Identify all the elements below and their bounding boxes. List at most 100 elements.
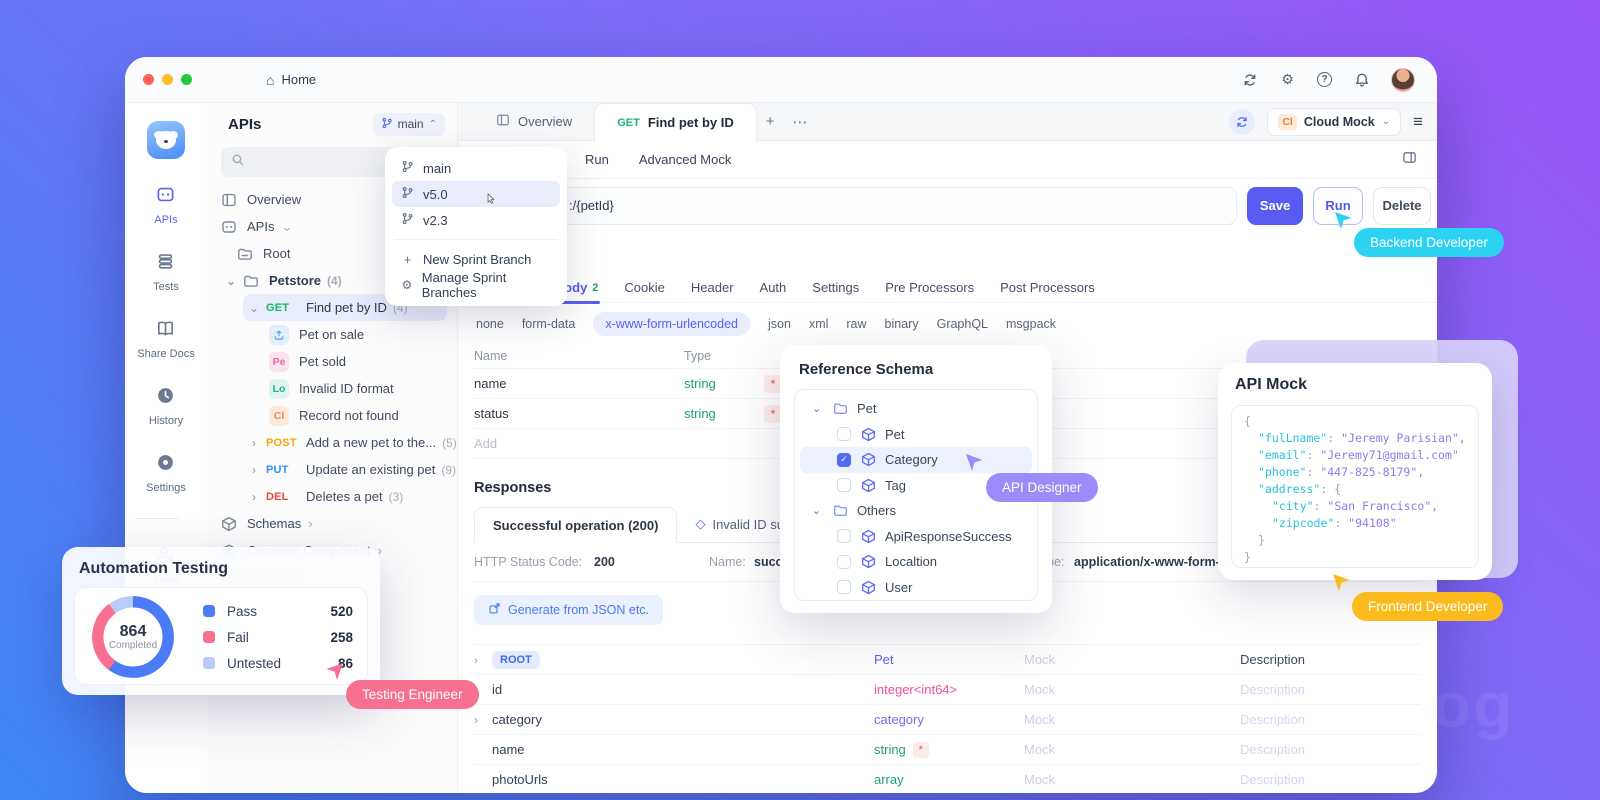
- code-colon: :: [1334, 516, 1348, 530]
- checkbox-unchecked[interactable]: [837, 427, 851, 441]
- body-type-x-www-form-urlencoded[interactable]: x-www-form-urlencoded: [593, 312, 750, 336]
- branch-menu-item-main[interactable]: main: [392, 155, 560, 181]
- user-avatar[interactable]: [1391, 68, 1415, 92]
- code-value: "San Francisco",: [1327, 499, 1438, 513]
- rail-item-settings[interactable]: Settings: [137, 453, 194, 494]
- request-tab-auth[interactable]: Auth: [760, 273, 787, 303]
- schema-item-user[interactable]: User: [800, 575, 1032, 601]
- tree-item-invalid-id-format[interactable]: LoInvalid ID format: [207, 375, 457, 402]
- description-placeholder[interactable]: Description: [1240, 772, 1305, 787]
- legend-swatch: [203, 605, 215, 617]
- delete-button[interactable]: Delete: [1373, 187, 1431, 225]
- project-logo[interactable]: [147, 121, 185, 159]
- schema-item-pet[interactable]: Pet: [800, 422, 1032, 448]
- tab-find-pet-by-id[interactable]: GET Find pet by ID: [594, 103, 757, 142]
- generate-from-json-button[interactable]: Generate from JSON etc.: [474, 595, 663, 625]
- new-tab-button[interactable]: +: [757, 113, 784, 130]
- tree-item-record-not-found[interactable]: ClRecord not found: [207, 402, 457, 429]
- request-tab-pre-processors[interactable]: Pre Processors: [885, 273, 974, 303]
- request-tab-post-processors[interactable]: Post Processors: [1000, 273, 1095, 303]
- mock-placeholder[interactable]: Mock: [1024, 652, 1240, 667]
- description-placeholder[interactable]: Description: [1240, 652, 1305, 667]
- response-tab-success[interactable]: Successful operation (200): [474, 507, 677, 543]
- menu-icon[interactable]: ≡: [1413, 112, 1423, 132]
- body-type-raw[interactable]: raw: [846, 317, 866, 331]
- help-icon[interactable]: ?: [1317, 72, 1332, 87]
- tree-item-update-an-existing-pet[interactable]: ›PUTUpdate an existing pet(9): [207, 456, 457, 483]
- checkbox-unchecked[interactable]: [837, 580, 851, 594]
- zoom-window-button[interactable]: [181, 74, 192, 85]
- schema-item-apiresponsesuccess[interactable]: ApiResponseSuccess: [800, 524, 1032, 550]
- close-window-button[interactable]: [143, 74, 154, 85]
- status-code-label: HTTP Status Code:: [474, 555, 582, 569]
- url-input[interactable]: :/{petId}: [474, 187, 1237, 225]
- request-tab-settings[interactable]: Settings: [812, 273, 859, 303]
- code-colon: :: [1306, 465, 1320, 479]
- checkbox-unchecked[interactable]: [837, 529, 851, 543]
- body-type-msgpack[interactable]: msgpack: [1006, 317, 1056, 331]
- minimize-window-button[interactable]: [162, 74, 173, 85]
- rail-item-apis[interactable]: APIs: [137, 185, 194, 226]
- rail-item-tests[interactable]: Tests: [137, 252, 194, 293]
- mock-placeholder[interactable]: Mock: [1024, 772, 1240, 787]
- rail-item-history[interactable]: History: [137, 386, 194, 427]
- rail-item-share-docs[interactable]: Share Docs: [137, 319, 194, 360]
- status-code-value[interactable]: 200: [594, 555, 615, 569]
- branch-menu-action-new-sprint-branch[interactable]: +New Sprint Branch: [392, 246, 560, 272]
- branch-menu-item-v5.0[interactable]: v5.0: [392, 181, 560, 207]
- tree-item-deletes-a-pet[interactable]: ›DELDeletes a pet(3): [207, 483, 457, 510]
- schema-group-pet[interactable]: ⌄Pet: [800, 396, 1032, 422]
- schema-row[interactable]: idinteger<int64>MockDescription: [474, 675, 1421, 705]
- settings-gear-icon[interactable]: ⚙: [1279, 71, 1296, 88]
- subnav-run[interactable]: Run: [585, 152, 609, 167]
- schema-row[interactable]: ›categorycategoryMockDescription: [474, 705, 1421, 735]
- mock-json-code: {"fulLname": "Jeremy Parisian","email": …: [1231, 405, 1479, 568]
- schema-item-localtion[interactable]: Localtion: [800, 549, 1032, 575]
- tree-item-schemas[interactable]: Schemas›: [207, 510, 457, 537]
- body-type-json[interactable]: json: [768, 317, 791, 331]
- schema-field-name: ›ROOT: [474, 651, 874, 669]
- environment-selector[interactable]: Cl Cloud Mock ⌄: [1267, 108, 1401, 136]
- body-type-GraphQL[interactable]: GraphQL: [937, 317, 988, 331]
- schema-row[interactable]: ›ROOTPetMockDescription: [474, 645, 1421, 675]
- refresh-icon[interactable]: [1241, 71, 1258, 88]
- description-placeholder[interactable]: Description: [1240, 682, 1305, 697]
- mock-placeholder[interactable]: Mock: [1024, 682, 1240, 697]
- checkbox-checked[interactable]: ✓: [837, 453, 851, 467]
- mock-placeholder[interactable]: Mock: [1024, 742, 1240, 757]
- field-name-label: category: [492, 712, 542, 727]
- tree-item-pet-sold[interactable]: PePet sold: [207, 348, 457, 375]
- home-tab[interactable]: ⌂ Home: [266, 72, 316, 88]
- mock-placeholder[interactable]: Mock: [1024, 712, 1240, 727]
- body-type-binary[interactable]: binary: [885, 317, 919, 331]
- checkbox-unchecked[interactable]: [837, 555, 851, 569]
- subnav-advanced-mock[interactable]: Advanced Mock: [639, 152, 732, 167]
- description-placeholder[interactable]: Description: [1240, 742, 1305, 757]
- more-tabs-button[interactable]: ⋯: [784, 113, 817, 131]
- schema-field-name: id: [474, 682, 874, 697]
- schema-row[interactable]: namestring*MockDescription: [474, 735, 1421, 765]
- save-button[interactable]: Save: [1247, 187, 1303, 225]
- body-type-xml[interactable]: xml: [809, 317, 828, 331]
- tree-item-add-a-new-pet-to-the-[interactable]: ›POSTAdd a new pet to the...(5): [207, 429, 457, 456]
- tab-overview[interactable]: Overview: [474, 103, 594, 141]
- schema-cube-icon: [861, 580, 876, 595]
- env-sync-icon[interactable]: [1229, 109, 1255, 135]
- add-param-row[interactable]: Add: [474, 436, 684, 451]
- schema-item-category[interactable]: ✓Category: [800, 447, 1032, 473]
- notifications-bell-icon[interactable]: [1353, 71, 1370, 88]
- request-tab-header[interactable]: Header: [691, 273, 734, 303]
- checkbox-unchecked[interactable]: [837, 478, 851, 492]
- description-placeholder[interactable]: Description: [1240, 712, 1305, 727]
- schema-row[interactable]: photoUrlsarrayMockDescription: [474, 765, 1421, 793]
- branch-selector[interactable]: main ⌃: [373, 113, 445, 136]
- body-type-none[interactable]: none: [476, 317, 504, 331]
- branch-menu-item-v2.3[interactable]: v2.3: [392, 207, 560, 233]
- body-type-form-data[interactable]: form-data: [522, 317, 576, 331]
- branch-menu-action-manage-sprint-branches[interactable]: ⚙Manage Sprint Branches: [392, 272, 560, 298]
- rail-settings-icon: [156, 453, 175, 477]
- designer-cursor-icon: [963, 452, 985, 474]
- tree-item-pet-on-sale[interactable]: Pet on sale: [207, 321, 457, 348]
- request-tab-cookie[interactable]: Cookie: [624, 273, 664, 303]
- split-panel-icon[interactable]: [1402, 150, 1417, 170]
